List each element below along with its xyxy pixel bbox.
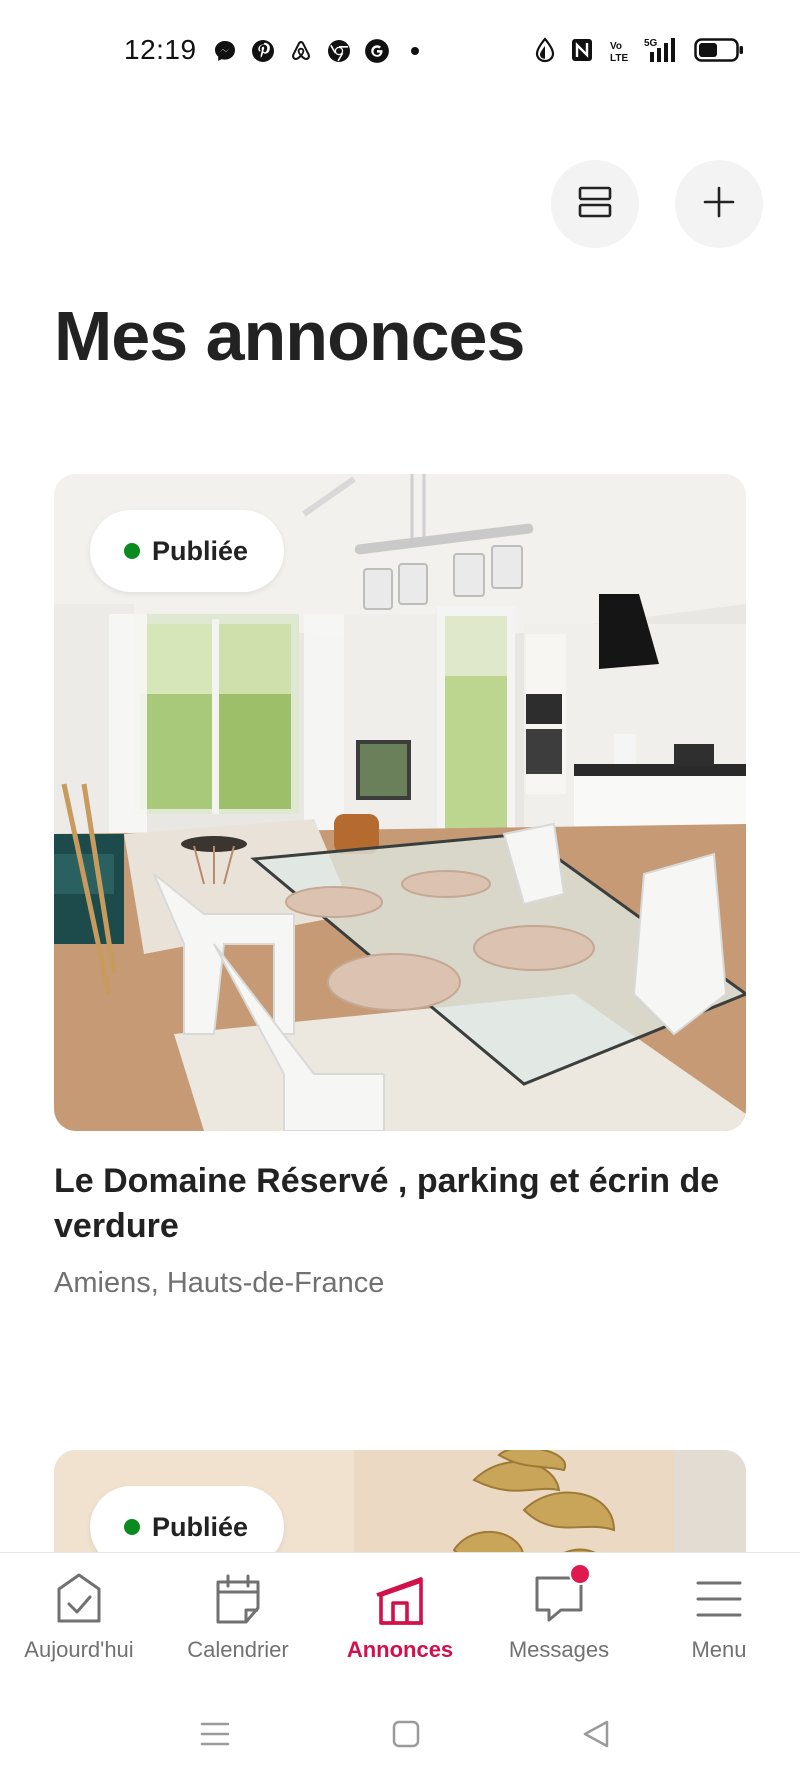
home-icon bbox=[391, 1719, 421, 1754]
listing-status-badge: Publiée bbox=[90, 510, 285, 592]
menu-icon bbox=[689, 1569, 749, 1629]
status-app-icons bbox=[212, 38, 428, 64]
nav-item-messages[interactable]: Messages bbox=[489, 1563, 629, 1663]
airbnb-icon bbox=[288, 38, 314, 64]
calendar-icon bbox=[208, 1569, 268, 1629]
messages-icon bbox=[529, 1563, 591, 1629]
svg-text:5G: 5G bbox=[644, 38, 658, 49]
status-time: 12:19 bbox=[124, 34, 197, 65]
system-nav-bar bbox=[0, 1694, 800, 1778]
google-icon bbox=[364, 38, 390, 64]
back-button[interactable] bbox=[576, 1716, 616, 1756]
listing-card[interactable]: Publiée Le Domaine Réservé , parking et … bbox=[54, 474, 746, 1300]
status-system-icons: Vo LTE 5G bbox=[534, 36, 744, 64]
recents-icon bbox=[200, 1720, 230, 1753]
data-saver-icon bbox=[534, 37, 556, 63]
status-bar: 12:19 Vo LTE 5G bbox=[0, 0, 800, 108]
nav-label-today: Aujourd'hui bbox=[24, 1637, 134, 1662]
listing-location: Amiens, Hauts-de-France bbox=[54, 1267, 385, 1299]
listing-status-label: Publiée bbox=[152, 1511, 249, 1542]
status-dot bbox=[124, 543, 140, 559]
back-icon bbox=[581, 1719, 611, 1754]
listing-card[interactable]: Publiée bbox=[54, 1450, 746, 1552]
signal-5g-icon: 5G bbox=[644, 36, 680, 64]
nav-label-menu: Menu bbox=[691, 1637, 747, 1662]
bottom-nav: Aujourd'hui Calendrier Annonces Messages… bbox=[0, 1552, 800, 1695]
nav-label-listings: Annonces bbox=[346, 1637, 454, 1662]
nav-item-menu[interactable]: Menu bbox=[649, 1569, 789, 1663]
status-dot bbox=[124, 1519, 140, 1535]
pinterest-icon bbox=[250, 38, 276, 64]
recents-button[interactable] bbox=[195, 1716, 235, 1756]
listing-photo[interactable]: Publiée bbox=[54, 1450, 746, 1552]
listings-house-icon bbox=[370, 1569, 430, 1629]
messenger-icon bbox=[212, 38, 238, 64]
page-title: Mes annonces bbox=[54, 297, 525, 375]
chrome-icon bbox=[326, 38, 352, 64]
svg-text:Vo: Vo bbox=[610, 41, 622, 52]
view-toggle-icon bbox=[577, 185, 613, 224]
notification-badge bbox=[569, 1563, 591, 1585]
listing-status-badge: Publiée bbox=[90, 1486, 285, 1552]
nfc-icon bbox=[570, 37, 594, 63]
nav-item-listings[interactable]: Annonces bbox=[330, 1569, 470, 1663]
nav-label-calendar: Calendrier bbox=[187, 1637, 289, 1662]
more-dot-icon bbox=[402, 38, 428, 64]
plus-icon bbox=[702, 185, 736, 224]
view-toggle-button[interactable] bbox=[551, 160, 639, 248]
volte-icon: Vo LTE bbox=[608, 37, 630, 63]
battery-icon bbox=[694, 37, 744, 63]
today-check-icon bbox=[49, 1569, 109, 1629]
add-listing-button[interactable] bbox=[675, 160, 763, 248]
nav-item-calendar[interactable]: Calendrier bbox=[168, 1569, 308, 1663]
svg-text:LTE: LTE bbox=[610, 53, 628, 63]
listing-status-label: Publiée bbox=[152, 535, 249, 566]
listing-photo[interactable]: Publiée bbox=[54, 474, 746, 1131]
nav-item-today[interactable]: Aujourd'hui bbox=[9, 1569, 149, 1663]
home-button[interactable] bbox=[386, 1716, 426, 1756]
nav-label-messages: Messages bbox=[508, 1637, 610, 1662]
listing-title[interactable]: Le Domaine Réservé , parking et écrin de… bbox=[54, 1159, 746, 1249]
